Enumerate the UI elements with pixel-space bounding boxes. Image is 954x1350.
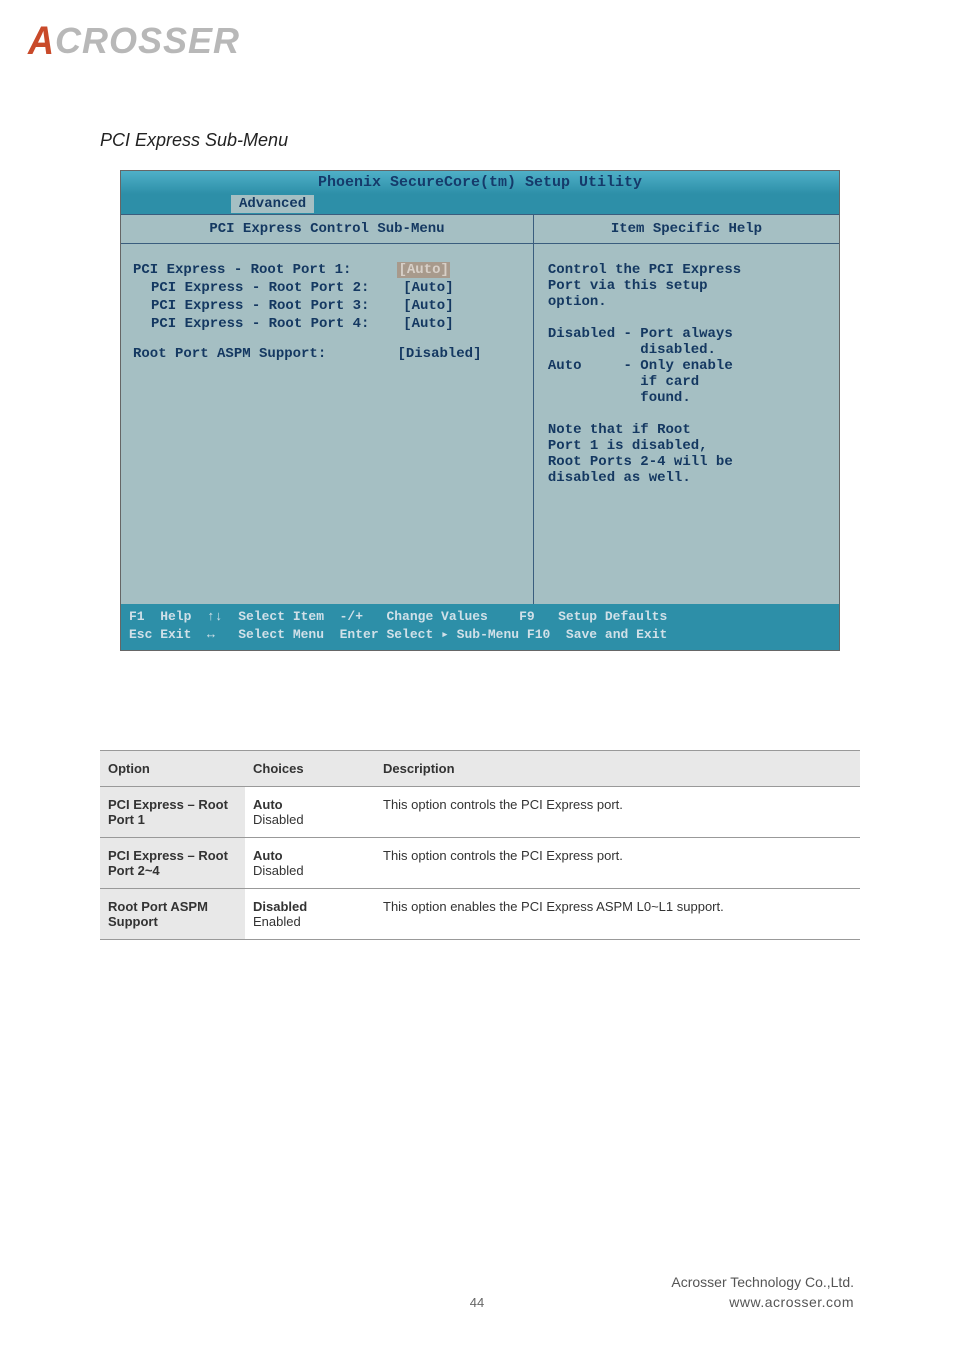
- bios-setting-row: PCI Express - Root Port 3: [Auto]: [133, 298, 521, 314]
- help-line: option.: [548, 294, 827, 310]
- options-table: Option Choices Description PCI Express –…: [100, 750, 860, 940]
- page-number: 44: [470, 1295, 484, 1310]
- footer-company: Acrosser Technology Co.,Ltd.: [671, 1274, 854, 1290]
- help-line: Disabled - Port always: [548, 326, 827, 342]
- table-row: Root Port ASPM Support Disabled Enabled …: [100, 889, 860, 940]
- table-header-row: Option Choices Description: [100, 751, 860, 787]
- bios-setting-label: PCI Express - Root Port 4:: [151, 316, 403, 332]
- cell-option: PCI Express – Root Port 2~4: [100, 838, 245, 889]
- page-footer: Acrosser Technology Co.,Ltd. www.acrosse…: [671, 1274, 854, 1310]
- th-choices: Choices: [245, 751, 375, 787]
- bios-setting-label: Root Port ASPM Support:: [133, 346, 397, 362]
- cell-description: This option controls the PCI Express por…: [375, 787, 860, 838]
- choice-default: Auto: [253, 797, 283, 812]
- logo: ACROSSER: [28, 20, 240, 62]
- help-line: disabled.: [548, 342, 827, 358]
- table-row: PCI Express – Root Port 1 Auto Disabled …: [100, 787, 860, 838]
- bios-footer: F1 Help ↑↓ Select Item -/+ Change Values…: [121, 604, 839, 650]
- help-line: if card: [548, 374, 827, 390]
- cell-choices: Auto Disabled: [245, 838, 375, 889]
- bios-right-pane: Item Specific Help Control the PCI Expre…: [534, 215, 839, 604]
- bios-right-header: Item Specific Help: [534, 215, 839, 244]
- bios-setting-value: [Auto]: [403, 298, 521, 314]
- bios-left-content: PCI Express - Root Port 1: [Auto] PCI Ex…: [121, 244, 533, 604]
- section-title: PCI Express Sub-Menu: [100, 130, 288, 151]
- bios-tabbar: Advanced: [121, 194, 839, 214]
- bios-setting-label: PCI Express - Root Port 3:: [151, 298, 403, 314]
- bios-setting-row: PCI Express - Root Port 2: [Auto]: [133, 280, 521, 296]
- bios-setting-value: [Auto]: [403, 316, 521, 332]
- bios-setting-row: Root Port ASPM Support: [Disabled]: [133, 346, 521, 362]
- help-line: Root Ports 2-4 will be: [548, 454, 827, 470]
- bios-screenshot: Phoenix SecureCore(tm) Setup Utility Adv…: [120, 170, 840, 651]
- options-table-wrap: Option Choices Description PCI Express –…: [100, 750, 860, 940]
- choice-alt: Enabled: [253, 914, 301, 929]
- cell-option: Root Port ASPM Support: [100, 889, 245, 940]
- table-row: PCI Express – Root Port 2~4 Auto Disable…: [100, 838, 860, 889]
- bios-setting-label: PCI Express - Root Port 1:: [133, 262, 397, 278]
- bios-setting-value: [Disabled]: [397, 346, 520, 362]
- bios-footer-line: Esc Exit ↔ Select Menu Enter Select ▸ Su…: [129, 626, 831, 644]
- bios-tab-advanced: Advanced: [231, 195, 314, 213]
- help-line: Auto - Only enable: [548, 358, 827, 374]
- bios-title: Phoenix SecureCore(tm) Setup Utility: [121, 171, 839, 194]
- bios-setting-value: [Auto]: [397, 262, 520, 278]
- cell-choices: Disabled Enabled: [245, 889, 375, 940]
- help-line: found.: [548, 390, 827, 406]
- cell-choices: Auto Disabled: [245, 787, 375, 838]
- spacer: [133, 334, 521, 346]
- logo-rest: CROSSER: [55, 20, 240, 61]
- logo-letter-a: A: [28, 18, 55, 64]
- bios-help-content: Control the PCI Express Port via this se…: [534, 244, 839, 604]
- help-line: [548, 310, 827, 326]
- bios-selected-value: [Auto]: [397, 262, 449, 278]
- choice-default: Auto: [253, 848, 283, 863]
- cell-description: This option enables the PCI Express ASPM…: [375, 889, 860, 940]
- bios-setting-value: [Auto]: [403, 280, 521, 296]
- bios-footer-line: F1 Help ↑↓ Select Item -/+ Change Values…: [129, 608, 831, 626]
- cell-option: PCI Express – Root Port 1: [100, 787, 245, 838]
- help-line: Note that if Root: [548, 422, 827, 438]
- bios-setting-label: PCI Express - Root Port 2:: [151, 280, 403, 296]
- choice-alt: Disabled: [253, 812, 304, 827]
- bios-left-header: PCI Express Control Sub-Menu: [121, 215, 533, 244]
- bios-body: PCI Express Control Sub-Menu PCI Express…: [121, 214, 839, 604]
- choice-alt: Disabled: [253, 863, 304, 878]
- help-line: disabled as well.: [548, 470, 827, 486]
- help-line: Port 1 is disabled,: [548, 438, 827, 454]
- cell-description: This option controls the PCI Express por…: [375, 838, 860, 889]
- help-line: [548, 406, 827, 422]
- footer-url: www.acrosser.com: [671, 1294, 854, 1310]
- bios-setting-row: PCI Express - Root Port 1: [Auto]: [133, 262, 521, 278]
- bios-setting-row: PCI Express - Root Port 4: [Auto]: [133, 316, 521, 332]
- th-description: Description: [375, 751, 860, 787]
- help-line: Control the PCI Express: [548, 262, 827, 278]
- help-line: Port via this setup: [548, 278, 827, 294]
- choice-default: Disabled: [253, 899, 307, 914]
- th-option: Option: [100, 751, 245, 787]
- bios-left-pane: PCI Express Control Sub-Menu PCI Express…: [121, 215, 534, 604]
- logo-text: ACROSSER: [28, 20, 240, 62]
